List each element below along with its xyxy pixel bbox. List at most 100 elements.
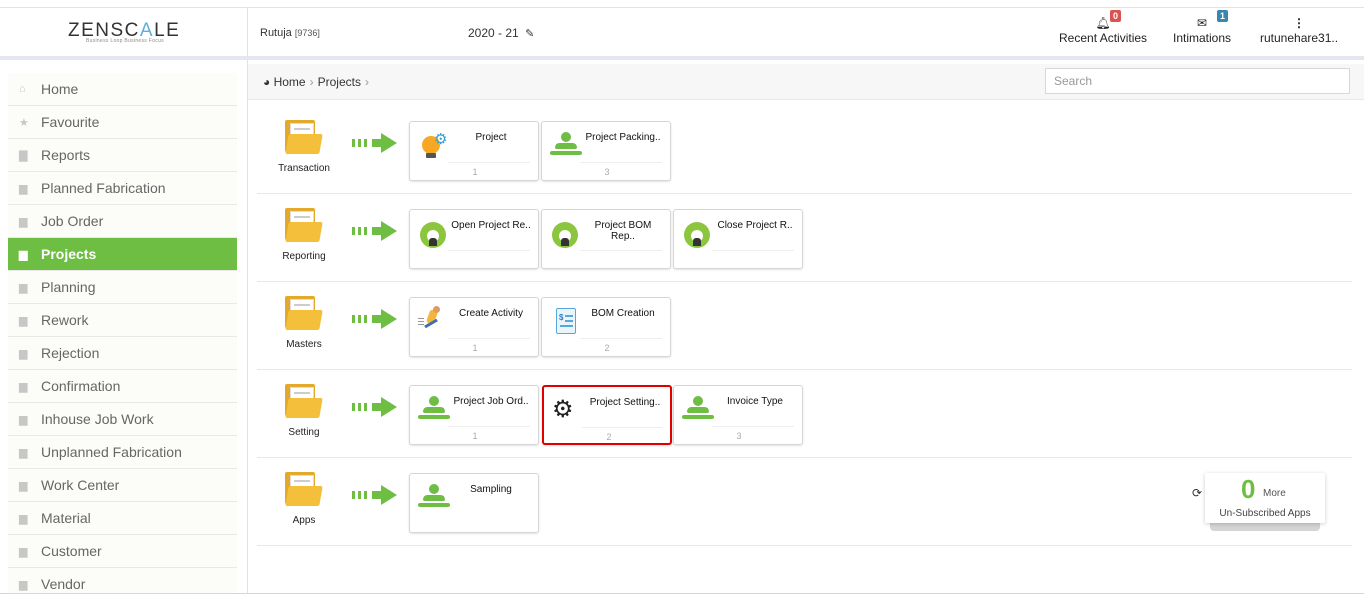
- folder-icon: [285, 120, 323, 154]
- lightbulb-gear-icon: ⚙: [418, 130, 450, 160]
- user-name: Rutuja: [260, 27, 292, 39]
- chevron-right-icon: ›: [364, 75, 369, 89]
- app-card-title: Project Setting..: [589, 397, 661, 408]
- sidebar-item-material[interactable]: ▆ Material: [8, 502, 237, 535]
- category-label: Setting: [288, 427, 320, 438]
- gear-icon: ⚙: [552, 396, 574, 423]
- recent-activities-button[interactable]: 🔔︎ 0 Recent Activities: [1059, 10, 1148, 45]
- logo-tagline: Business Loop Business Focus: [86, 38, 164, 44]
- chevron-right-icon: ›: [309, 75, 314, 89]
- unsubscribed-more: More: [1263, 488, 1286, 499]
- report-user-icon: [418, 218, 450, 248]
- app-card-invoice-type[interactable]: Invoice Type 3: [673, 385, 803, 445]
- edit-icon[interactable]: ✎: [525, 27, 534, 40]
- folder-icon: [285, 472, 323, 506]
- intimations-button[interactable]: ✉ 1 Intimations: [1173, 10, 1231, 45]
- app-card-title: Project Packing..: [585, 132, 661, 143]
- app-card-project-job-order[interactable]: Project Job Ord.. 1: [409, 385, 539, 445]
- top-header: ZENSCALE Business Loop Business Focus Ru…: [0, 7, 1364, 60]
- folder-icon: [285, 384, 323, 418]
- file-icon: ▇: [19, 149, 28, 162]
- sidebar-item-projects[interactable]: ▆ Projects: [8, 238, 237, 271]
- user-id: [9736]: [294, 28, 320, 38]
- folder-icon: ▆: [19, 413, 28, 426]
- folder-icon: ▆: [19, 314, 28, 327]
- sidebar-item-favourite[interactable]: ★ Favourite: [8, 106, 237, 139]
- sidebar-item-home[interactable]: ⌂ Home: [8, 73, 237, 106]
- folder-icon: ▆: [19, 446, 28, 459]
- folder-icon: ▆: [19, 281, 28, 294]
- search-input[interactable]: [1045, 68, 1350, 94]
- dashboard-icon: ◕: [263, 75, 271, 89]
- app-card-project-setting[interactable]: ⚙ Project Setting.. 2: [542, 385, 672, 445]
- envelope-icon: ✉: [1196, 16, 1208, 30]
- user-icon: [418, 482, 450, 512]
- folder-icon: ▆: [19, 215, 28, 228]
- star-icon: ★: [19, 116, 29, 129]
- breadcrumb-projects[interactable]: Projects: [318, 75, 361, 89]
- app-card-title: Close Project R..: [717, 220, 793, 231]
- folder-icon: ▆: [19, 347, 28, 360]
- bell-icon: 🔔︎: [1095, 16, 1111, 30]
- unsubscribed-label: Un-Subscribed Apps: [1219, 508, 1311, 519]
- refresh-icon[interactable]: ⟳: [1192, 486, 1202, 500]
- app-card-project[interactable]: ⚙ Project 1: [409, 121, 539, 181]
- sidebar-item-inhouse-job-work[interactable]: ▆ Inhouse Job Work: [8, 403, 237, 436]
- arrow-right-icon: [352, 485, 398, 505]
- breadcrumb-bar: ◕ Home › Projects ›: [248, 64, 1364, 100]
- app-card-close-project-report[interactable]: Close Project R..: [673, 209, 803, 269]
- arrow-right-icon: [352, 133, 398, 153]
- arrow-right-icon: [352, 309, 398, 329]
- runner-icon: [418, 306, 450, 336]
- app-card-number: 2: [606, 432, 612, 442]
- sidebar-item-rejection[interactable]: ▆ Rejection: [8, 337, 237, 370]
- app-card-sampling[interactable]: Sampling: [409, 473, 539, 533]
- sidebar-item-rework[interactable]: ▆ Rework: [8, 304, 237, 337]
- app-card-open-project-report[interactable]: Open Project Re..: [409, 209, 539, 269]
- sidebar: ⌂ Home ★ Favourite ▇ Reports ▆ Planned Fabri…: [8, 73, 237, 593]
- sidebar-item-planned-fabrication[interactable]: ▆ Planned Fabrication: [8, 172, 237, 205]
- breadcrumb-home[interactable]: Home: [274, 75, 306, 89]
- app-card-number: 2: [604, 343, 610, 353]
- category-row-apps: Apps Sampling: [257, 458, 1352, 546]
- folder-icon: ▆: [19, 545, 28, 558]
- sidebar-item-planning[interactable]: ▆ Planning: [8, 271, 237, 304]
- sidebar-item-confirmation[interactable]: ▆ Confirmation: [8, 370, 237, 403]
- sidebar-item-reports[interactable]: ▇ Reports: [8, 139, 237, 172]
- app-card-number: 1: [472, 167, 478, 177]
- folder-icon: ▆: [19, 182, 28, 195]
- category-label: Masters: [286, 339, 322, 350]
- app-card-create-activity[interactable]: Create Activity 1: [409, 297, 539, 357]
- app-card-number: 1: [472, 431, 478, 441]
- sidebar-item-unplanned-fabrication[interactable]: ▆ Unplanned Fabrication: [8, 436, 237, 469]
- sidebar-item-customer[interactable]: ▆ Customer: [8, 535, 237, 568]
- sidebar-item-job-order[interactable]: ▆ Job Order: [8, 205, 237, 238]
- app-card-project-packing[interactable]: Project Packing.. 3: [541, 121, 671, 181]
- recent-activities-label: Recent Activities: [1059, 31, 1148, 45]
- app-card-project-bom-report[interactable]: Project BOM Rep..: [541, 209, 671, 269]
- app-card-bom-creation[interactable]: $ BOM Creation 2: [541, 297, 671, 357]
- folder-icon: [285, 296, 323, 330]
- report-user-icon: [550, 218, 582, 248]
- financial-year[interactable]: 2020 - 21 ✎: [468, 26, 534, 40]
- kebab-menu-icon: ⋮: [1293, 16, 1306, 30]
- category-row-masters: Masters Create Activity 1 $ BOM Creation…: [257, 282, 1352, 370]
- unsubscribed-apps-card[interactable]: 0 More Un-Subscribed Apps: [1205, 473, 1325, 523]
- folder-icon: ▆: [19, 479, 28, 492]
- sidebar-divider: [247, 60, 248, 594]
- user-icon: [550, 130, 582, 160]
- intimations-badge: 1: [1217, 10, 1229, 22]
- sidebar-item-work-center[interactable]: ▆ Work Center: [8, 469, 237, 502]
- sidebar-item-vendor[interactable]: ▆ Vendor: [8, 568, 237, 593]
- category-row-transaction: Transaction ⚙ Project 1 Project Packing.…: [257, 106, 1352, 194]
- document-dollar-icon: $: [550, 306, 582, 336]
- home-icon: ⌂: [19, 83, 26, 95]
- category-row-reporting: Reporting Open Project Re.. Project BOM …: [257, 194, 1352, 282]
- logo-area[interactable]: ZENSCALE Business Loop Business Focus: [0, 8, 248, 57]
- footer-divider: [0, 593, 1364, 594]
- app-card-title: Sampling: [470, 484, 512, 495]
- arrow-right-icon: [352, 221, 398, 241]
- user-icon: [682, 394, 714, 424]
- account-menu-button[interactable]: ⋮ rutunehare31..: [1260, 16, 1338, 45]
- app-card-title: Project: [475, 132, 507, 143]
